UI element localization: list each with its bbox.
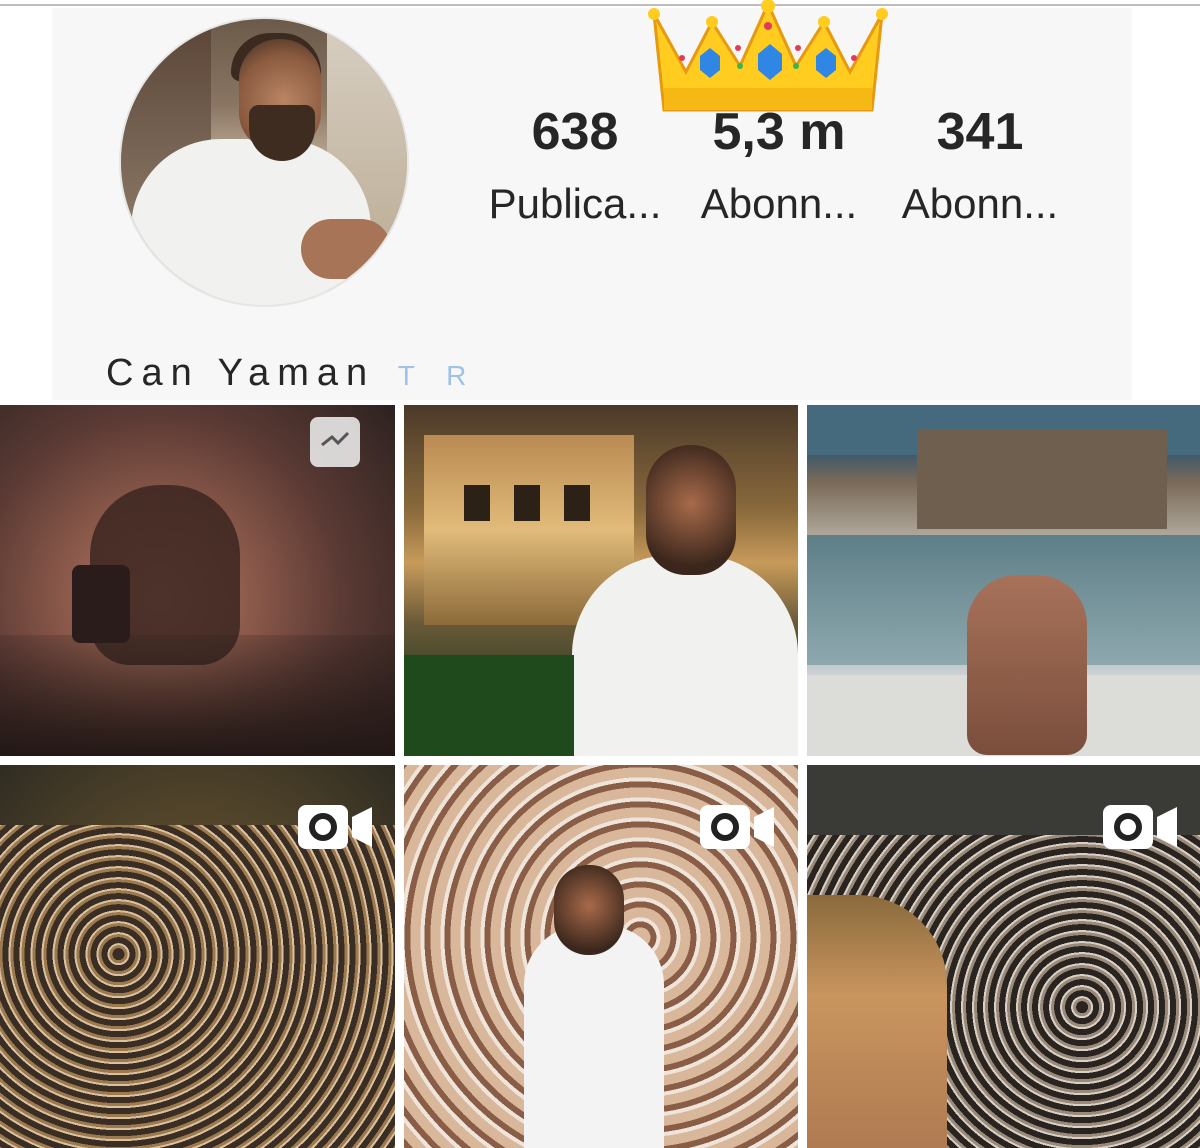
tile-window: [514, 485, 540, 521]
tile-man-body: [967, 575, 1087, 755]
stat-followers[interactable]: 5,3 m Abonn...: [684, 104, 874, 228]
tile-castle: [917, 429, 1167, 529]
tile-man-shirt: [524, 925, 664, 1148]
grid-post-5[interactable]: [404, 765, 798, 1148]
posts-count: 638: [531, 103, 619, 161]
profile-name-tag: T R: [397, 360, 479, 391]
video-icon: [1103, 805, 1177, 849]
grid-post-1[interactable]: [0, 405, 395, 756]
following-label: Abonn...: [901, 180, 1059, 227]
posts-label: Publica...: [488, 180, 662, 227]
tile-crowd: [0, 635, 395, 756]
top-divider: [0, 4, 1200, 6]
grid-post-3[interactable]: [807, 405, 1200, 756]
grid-post-2[interactable]: [404, 405, 798, 756]
tile-man-shirt: [572, 555, 798, 756]
tile-lawn: [404, 655, 574, 756]
tile-crowd: [0, 825, 395, 1148]
stat-posts[interactable]: 638 Publica...: [470, 104, 680, 228]
tile-phone: [72, 565, 130, 643]
video-icon: [700, 805, 774, 849]
tile-man-head: [646, 445, 736, 575]
crown-icon: [648, 0, 888, 112]
stat-following[interactable]: 341 Abonn...: [890, 104, 1070, 228]
profile-name: Can Yaman T R: [106, 352, 478, 395]
tile-window: [464, 485, 490, 521]
following-count: 341: [936, 103, 1024, 161]
tile-window: [564, 485, 590, 521]
followers-count: 5,3 m: [712, 103, 846, 161]
video-icon: [298, 805, 372, 849]
grid-post-6[interactable]: [807, 765, 1200, 1148]
followers-label: Abonn...: [700, 180, 858, 227]
tile-man-head: [807, 895, 947, 1148]
tile-man-head: [554, 865, 624, 955]
profile-name-text: Can Yaman: [106, 352, 376, 394]
multi-photo-icon: [310, 417, 360, 467]
profile-avatar[interactable]: [119, 17, 409, 307]
avatar-hand: [301, 219, 391, 279]
grid-post-4[interactable]: [0, 765, 395, 1148]
